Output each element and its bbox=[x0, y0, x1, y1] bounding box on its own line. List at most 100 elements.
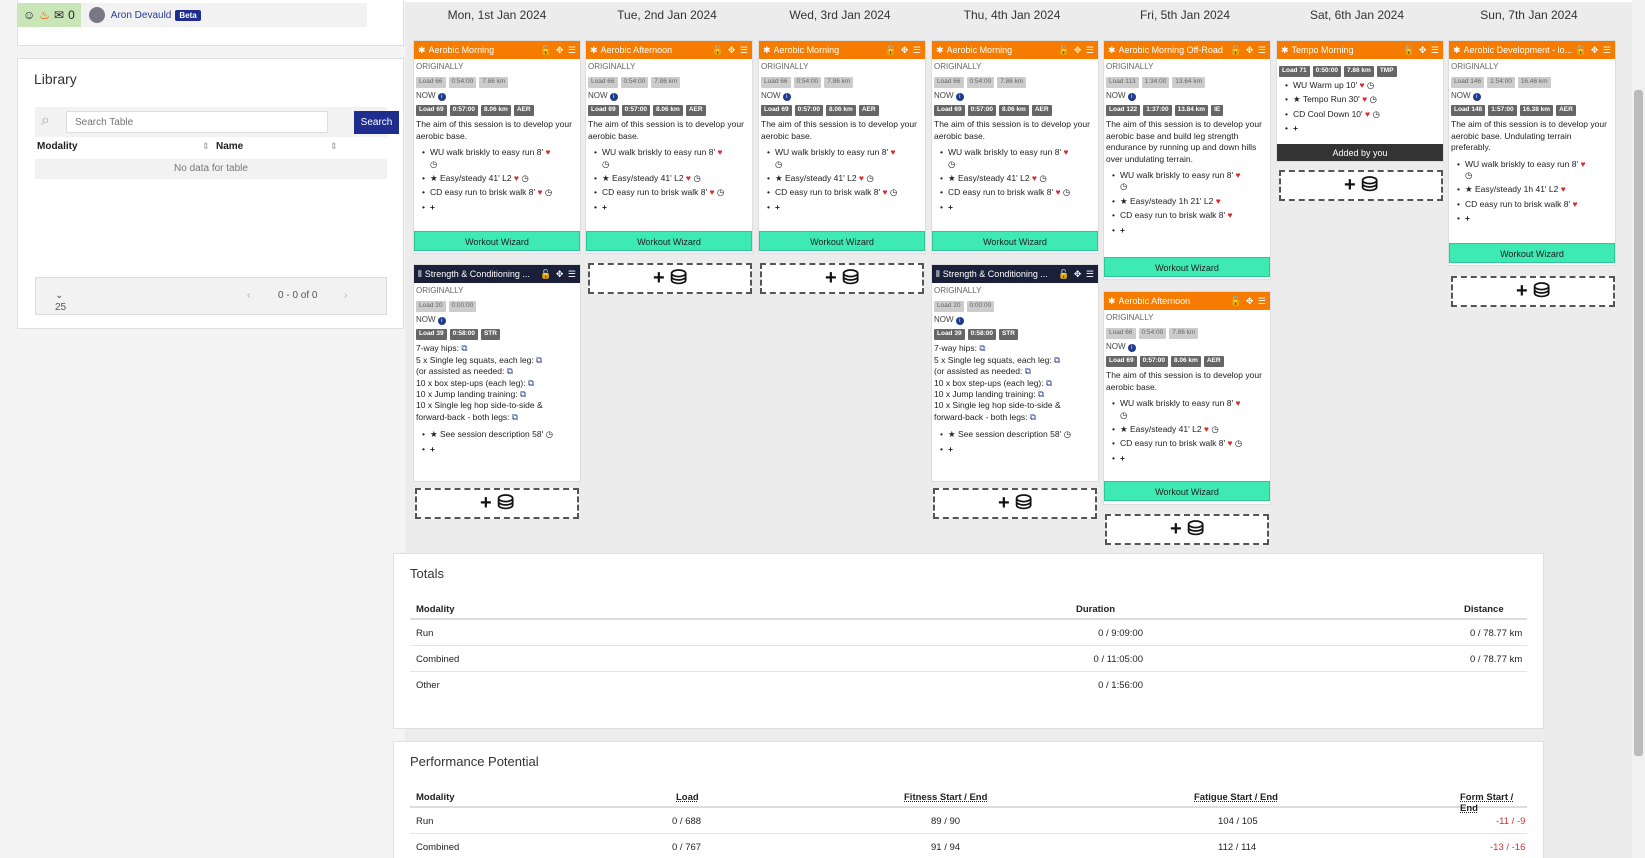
exercise-line[interactable]: 10 x Jump landing training: ⧉ bbox=[416, 389, 578, 400]
info-icon[interactable]: i bbox=[437, 316, 446, 325]
step-item[interactable]: CD Cool Down 10' ♥ ◷ bbox=[1285, 109, 1441, 121]
add-step-icon[interactable]: + bbox=[940, 202, 1096, 214]
external-link-icon[interactable]: ⧉ bbox=[1046, 378, 1052, 388]
card-actions[interactable]: 🔓 ✥ ☰ bbox=[1058, 45, 1098, 56]
col-name[interactable]: Name bbox=[216, 141, 243, 152]
external-link-icon[interactable]: ⧉ bbox=[507, 366, 513, 376]
card-actions[interactable]: 🔓 ✥ ☰ bbox=[540, 45, 580, 56]
step-item[interactable]: WU walk briskly to easy run 8' ♥ ◷ bbox=[1112, 170, 1268, 193]
exercise-line[interactable]: forward-back - both legs: ⧉ bbox=[416, 412, 578, 423]
step-item[interactable]: ★ Easy/steady 41' L2 ♥ ◷ bbox=[594, 173, 750, 185]
workout-card[interactable]: ⫴ Strength & Conditioning ... 🔓 ✥ ☰ ORIGIN… bbox=[413, 264, 581, 482]
col-header[interactable]: Fitness Start / End bbox=[904, 792, 987, 803]
external-link-icon[interactable]: ⧉ bbox=[1025, 366, 1031, 376]
sort-icon[interactable]: ⇕ bbox=[330, 141, 338, 152]
add-workout-button[interactable]: + ⛁ bbox=[588, 263, 752, 294]
add-workout-button[interactable]: + ⛁ bbox=[1105, 514, 1269, 545]
card-actions[interactable]: 🔓 ✥ ☰ bbox=[885, 45, 925, 56]
step-item[interactable]: ★ Easy/steady 41' L2 ♥ ◷ bbox=[422, 173, 578, 185]
add-workout-button[interactable]: + ⛁ bbox=[1279, 170, 1443, 201]
workout-card[interactable]: ✱ Aerobic Morning 🔓 ✥ ☰ ORIGINALLY Load 66… bbox=[758, 40, 926, 254]
step-item[interactable]: ★ Easy/steady 1h 41' L2 ♥ bbox=[1457, 184, 1613, 196]
workout-card[interactable]: ✱ Aerobic Morning 🔓 ✥ ☰ ORIGINALLY Load 66… bbox=[413, 40, 581, 254]
exercise-line[interactable]: 7-way hips: ⧉ bbox=[416, 343, 578, 354]
step-item[interactable]: CD easy run to brisk walk 8' ♥ ◷ bbox=[594, 187, 750, 199]
exercise-line[interactable]: 7-way hips: ⧉ bbox=[934, 343, 1096, 354]
info-icon[interactable]: i bbox=[1127, 92, 1136, 101]
step-item[interactable]: WU walk briskly to easy run 8' ♥ ◷ bbox=[1112, 398, 1268, 421]
prev-page-icon[interactable]: ‹ bbox=[247, 290, 250, 301]
workout-card[interactable]: ✱ Aerobic Afternoon 🔓 ✥ ☰ ORIGINALLY Load … bbox=[585, 40, 753, 254]
step-item[interactable]: ★ Easy/steady 1h 21' L2 ♥ bbox=[1112, 196, 1268, 208]
workout-wizard-button[interactable]: Workout Wizard bbox=[1104, 257, 1270, 277]
info-icon[interactable]: i bbox=[1127, 343, 1136, 352]
info-icon[interactable]: i bbox=[609, 92, 618, 101]
status-icons[interactable]: ☺ ♨ ✉ 0 bbox=[17, 3, 81, 27]
exercise-line[interactable]: (or assisted as needed: ⧉ bbox=[416, 366, 578, 377]
search-button[interactable]: Search bbox=[354, 111, 399, 134]
add-step-icon[interactable]: + bbox=[422, 202, 578, 214]
card-actions[interactable]: 🔓 ✥ ☰ bbox=[1058, 269, 1098, 280]
step-item[interactable]: WU Warm up 10' ♥ ◷ bbox=[1285, 80, 1441, 92]
step-item[interactable]: ★ Easy/steady 41' L2 ♥ ◷ bbox=[940, 173, 1096, 185]
info-icon[interactable]: i bbox=[782, 92, 791, 101]
step-item[interactable]: ★ Easy/steady 41' L2 ♥ ◷ bbox=[1112, 424, 1268, 436]
add-step-icon[interactable]: + bbox=[1112, 225, 1268, 237]
exercise-line[interactable]: (or assisted as needed: ⧉ bbox=[934, 366, 1096, 377]
info-icon[interactable]: i bbox=[955, 316, 964, 325]
add-workout-button[interactable]: + ⛁ bbox=[760, 263, 924, 294]
workout-wizard-button[interactable]: Workout Wizard bbox=[414, 231, 580, 251]
external-link-icon[interactable]: ⧉ bbox=[520, 389, 526, 399]
scrollbar[interactable] bbox=[1632, 0, 1645, 858]
external-link-icon[interactable]: ⧉ bbox=[1038, 389, 1044, 399]
workout-card[interactable]: ✱ Aerobic Development - lo... 🔓 ✥ ☰ ORIGIN… bbox=[1448, 40, 1616, 266]
exercise-line[interactable]: 10 x box step-ups (each leg): ⧉ bbox=[416, 378, 578, 389]
exercise-line[interactable]: forward-back - both legs: ⧉ bbox=[934, 412, 1096, 423]
workout-card[interactable]: ✱ Tempo Morning 🔓 ✥ ☰ Load 71 0:50:00 7.86 k… bbox=[1276, 40, 1444, 162]
step-item[interactable]: WU walk briskly to easy run 8' ♥ ◷ bbox=[940, 147, 1096, 170]
step-item[interactable]: ★ Easy/steady 41' L2 ♥ ◷ bbox=[767, 173, 923, 185]
card-actions[interactable]: 🔓 ✥ ☰ bbox=[540, 269, 580, 280]
info-icon[interactable]: i bbox=[1472, 92, 1481, 101]
step-item[interactable]: ★ See session description 58' ◷ bbox=[422, 429, 578, 441]
workout-card[interactable]: ✱ Aerobic Morning 🔓 ✥ ☰ ORIGINALLY Load 66… bbox=[931, 40, 1099, 254]
add-workout-button[interactable]: + ⛁ bbox=[415, 488, 579, 519]
step-item[interactable]: ★ Tempo Run 30' ♥ ◷ bbox=[1285, 94, 1441, 106]
info-icon[interactable]: i bbox=[437, 92, 446, 101]
workout-card[interactable]: ⫴ Strength & Conditioning ... 🔓 ✥ ☰ ORIGIN… bbox=[931, 264, 1099, 482]
add-workout-button[interactable]: + ⛁ bbox=[933, 488, 1097, 519]
col-header[interactable]: Fatigue Start / End bbox=[1194, 792, 1278, 803]
add-workout-button[interactable]: + ⛁ bbox=[1451, 276, 1615, 307]
workout-card[interactable]: ✱ Aerobic Afternoon 🔓 ✥ ☰ ORIGINALLY Load … bbox=[1103, 291, 1271, 505]
add-step-icon[interactable]: + bbox=[594, 202, 750, 214]
user-name[interactable]: Aron Devauld bbox=[111, 10, 172, 21]
exercise-line[interactable]: 5 x Single leg squats, each leg: ⧉ bbox=[416, 355, 578, 366]
step-item[interactable]: CD easy run to brisk walk 8' ♥ ◷ bbox=[422, 187, 578, 199]
step-item[interactable]: CD easy run to brisk walk 8' ♥ ◷ bbox=[767, 187, 923, 199]
scrollbar-thumb[interactable] bbox=[1634, 90, 1643, 756]
card-actions[interactable]: 🔓 ✥ ☰ bbox=[1230, 296, 1270, 307]
external-link-icon[interactable]: ⧉ bbox=[1054, 355, 1060, 365]
external-link-icon[interactable]: ⧉ bbox=[461, 343, 467, 353]
external-link-icon[interactable]: ⧉ bbox=[979, 343, 985, 353]
step-item[interactable]: CD easy run to brisk walk 8' ♥ ◷ bbox=[940, 187, 1096, 199]
add-step-icon[interactable]: + bbox=[1112, 453, 1268, 465]
add-step-icon[interactable]: + bbox=[1457, 213, 1613, 225]
step-item[interactable]: CD easy run to brisk walk 8' ♥ bbox=[1457, 199, 1613, 211]
card-actions[interactable]: 🔓 ✥ ☰ bbox=[1403, 45, 1443, 56]
add-step-icon[interactable]: + bbox=[767, 202, 923, 214]
step-item[interactable]: ★ See session description 58' ◷ bbox=[940, 429, 1096, 441]
step-item[interactable]: WU walk briskly to easy run 8' ♥ ◷ bbox=[1457, 159, 1613, 182]
card-actions[interactable]: 🔓 ✥ ☰ bbox=[1575, 45, 1615, 56]
step-item[interactable]: CD easy run to brisk walk 8' ♥ ◷ bbox=[1112, 438, 1268, 450]
card-actions[interactable]: 🔓 ✥ ☰ bbox=[1230, 45, 1270, 56]
next-page-icon[interactable]: › bbox=[344, 290, 347, 301]
exercise-line[interactable]: 10 x box step-ups (each leg): ⧉ bbox=[934, 378, 1096, 389]
search-input[interactable] bbox=[66, 111, 328, 133]
workout-wizard-button[interactable]: Workout Wizard bbox=[759, 231, 925, 251]
avatar[interactable] bbox=[88, 7, 105, 23]
exercise-line[interactable]: 5 x Single leg squats, each leg: ⧉ bbox=[934, 355, 1096, 366]
exercise-line[interactable]: 10 x Single leg hop side-to-side & bbox=[934, 400, 1096, 411]
workout-card[interactable]: ✱ Aerobic Morning Off-Road 🔓 ✥ ☰ ORIGINALL… bbox=[1103, 40, 1271, 280]
workout-wizard-button[interactable]: Workout Wizard bbox=[586, 231, 752, 251]
